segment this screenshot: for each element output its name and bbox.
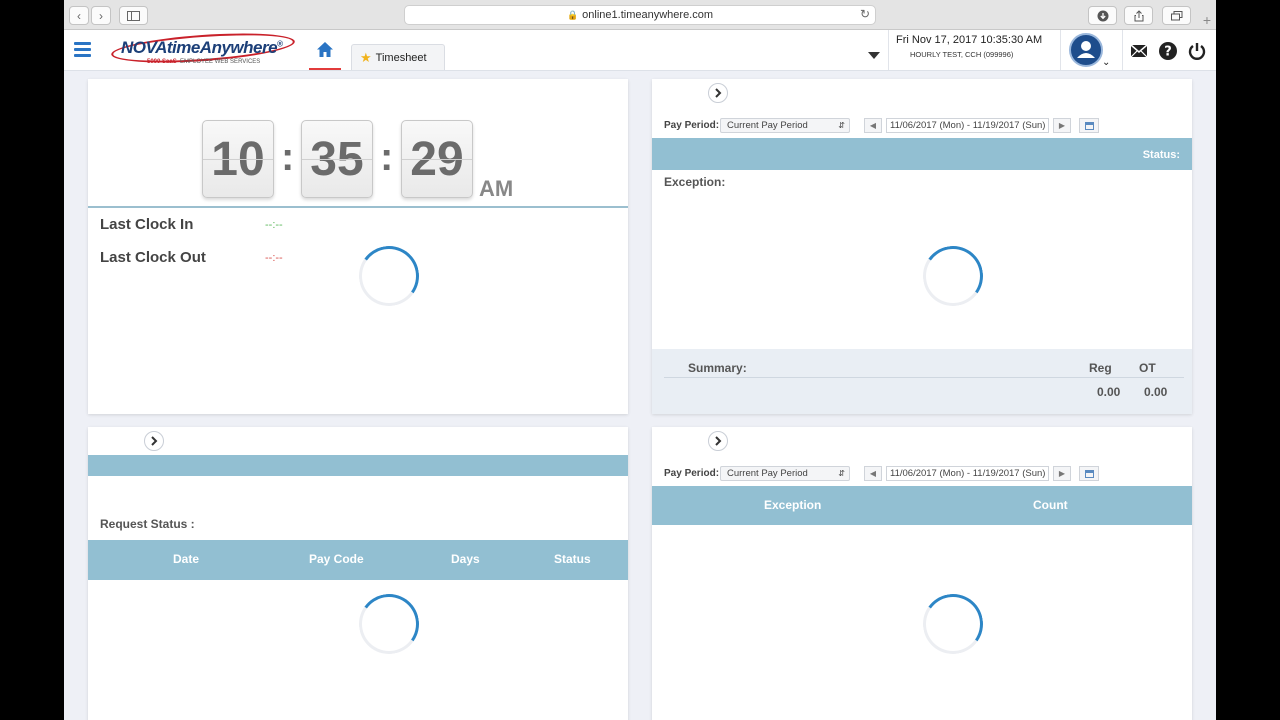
mail-icon[interactable] <box>1129 41 1149 61</box>
star-icon: ★ <box>360 49 372 65</box>
summary-ot-value: 0.00 <box>1144 385 1168 399</box>
pay-period-select[interactable]: Current Pay Period ⇵ <box>720 466 850 481</box>
address-bar[interactable]: 🔒 online1.timeanywhere.com ↻ <box>404 5 876 25</box>
summary-label: Summary: <box>688 361 747 375</box>
updown-icon: ⇵ <box>838 121 845 130</box>
url-text: online1.timeanywhere.com <box>582 9 714 21</box>
pay-period-range: 11/06/2017 (Mon) - 11/19/2017 (Sun) <box>886 118 1049 133</box>
user-icon <box>1077 41 1095 58</box>
next-period-button[interactable]: ▶ <box>1053 118 1071 133</box>
avatar[interactable] <box>1069 33 1103 67</box>
summary-reg-value: 0.00 <box>1097 385 1121 399</box>
expand-arrow-icon[interactable] <box>708 83 728 103</box>
exceptions-panel: Pay Period: Current Pay Period ⇵ ◀ 11/06/… <box>652 79 1192 414</box>
clock-panel: 10 : 35 : 29 AM Last Clock In --:-- Last… <box>88 79 628 414</box>
last-clock-in-label: Last Clock In <box>100 216 194 233</box>
calendar-icon[interactable] <box>1079 466 1099 481</box>
pay-period-label: Pay Period: <box>664 468 720 479</box>
loading-spinner <box>354 589 424 659</box>
loading-spinner <box>354 241 424 311</box>
reload-icon[interactable]: ↻ <box>860 7 870 21</box>
exception-count-panel: Pay Period: Current Pay Period ⇵ ◀ 11/06/… <box>652 427 1192 720</box>
request-panel: Request Status : Date Pay Code Days Stat… <box>88 427 628 720</box>
column-header-exception: Exception <box>764 498 822 512</box>
request-status-label: Request Status : <box>100 517 195 531</box>
summary-reg-header: Reg <box>1089 361 1112 375</box>
column-header-days: Days <box>451 552 480 566</box>
help-icon[interactable]: ? <box>1158 41 1178 61</box>
summary-ot-header: OT <box>1139 361 1156 375</box>
next-period-button[interactable]: ▶ <box>1053 466 1071 481</box>
app-header: NOVAtimeAnywhere® 5000 SaaS EMPLOYEE WEB… <box>64 28 1216 71</box>
request-band <box>88 455 628 476</box>
current-datetime: Fri Nov 17, 2017 10:35:30 AM <box>896 34 1043 46</box>
tabs-dropdown-icon[interactable] <box>868 52 880 59</box>
tab-timesheet[interactable]: ★ Timesheet <box>351 44 445 70</box>
clock-minutes: 35 <box>301 120 373 198</box>
prev-period-button[interactable]: ◀ <box>864 118 882 133</box>
brand-tagline: EMPLOYEE WEB SERVICES <box>180 59 261 65</box>
pay-period-select-value: Current Pay Period <box>727 468 808 479</box>
pay-period-label: Pay Period: <box>664 120 720 131</box>
pay-period-select[interactable]: Current Pay Period ⇵ <box>720 118 850 133</box>
pay-period-range: 11/06/2017 (Mon) - 11/19/2017 (Sun) <box>886 466 1049 481</box>
clock-seconds: 29 <box>401 120 473 198</box>
updown-icon: ⇵ <box>838 469 845 478</box>
last-clock-out-value: --:-- <box>265 252 283 264</box>
column-header-pay-code: Pay Code <box>309 552 364 566</box>
screen: ‹ › 🔒 online1.timeanywhere.com ↻ + NOVAt… <box>64 0 1216 720</box>
pay-period-select-value: Current Pay Period <box>727 120 808 131</box>
summary-section: Summary: Reg OT 0.00 0.00 <box>652 349 1192 414</box>
clock-separator: : <box>380 135 394 179</box>
expand-arrow-icon[interactable] <box>708 431 728 451</box>
clock-ampm: AM <box>479 176 514 201</box>
lock-icon: 🔒 <box>566 9 579 20</box>
brand-name: NOVAtimeAnywhere <box>121 38 278 57</box>
back-icon[interactable]: ‹ <box>69 6 89 25</box>
exception-count-header: Exception Count <box>652 486 1192 525</box>
tab-timesheet-label: Timesheet <box>375 51 427 64</box>
loading-spinner <box>918 589 988 659</box>
column-header-status: Status <box>554 552 591 566</box>
prev-period-button[interactable]: ◀ <box>864 466 882 481</box>
sidebar-toggle-icon[interactable] <box>119 6 148 25</box>
brand-saas: 5000 SaaS <box>147 59 177 65</box>
clock-hours: 10 <box>202 120 274 198</box>
last-clock-out-label: Last Clock Out <box>100 249 206 266</box>
forward-icon[interactable]: › <box>91 6 111 25</box>
last-clock-in-value: --:-- <box>265 219 283 231</box>
menu-icon[interactable] <box>74 42 91 58</box>
home-button[interactable] <box>309 30 341 70</box>
tabs-overview-icon[interactable] <box>1162 6 1191 25</box>
download-icon[interactable] <box>1088 6 1117 25</box>
logo: NOVAtimeAnywhere® 5000 SaaS EMPLOYEE WEB… <box>110 28 301 69</box>
request-table-header: Date Pay Code Days Status <box>88 540 628 580</box>
browser-toolbar: ‹ › 🔒 online1.timeanywhere.com ↻ + <box>64 0 1216 30</box>
current-user: HOURLY TEST, CCH (099996) <box>910 50 1014 59</box>
column-header-date: Date <box>173 552 200 566</box>
user-menu-chevron-icon[interactable]: ⌄ <box>1102 57 1110 68</box>
exception-label: Exception: <box>664 175 726 189</box>
new-tab-icon[interactable]: + <box>1198 12 1216 30</box>
clock-separator: : <box>281 135 295 179</box>
brand-registered: ® <box>277 39 283 49</box>
loading-spinner <box>918 241 988 311</box>
status-label: Status: <box>1142 149 1180 161</box>
calendar-icon[interactable] <box>1079 118 1099 133</box>
svg-text:?: ? <box>1164 45 1172 60</box>
home-icon <box>317 41 333 57</box>
expand-arrow-icon[interactable] <box>144 431 164 451</box>
status-band: Status: <box>652 138 1192 170</box>
column-header-count: Count <box>1033 498 1068 512</box>
share-icon[interactable] <box>1124 6 1153 25</box>
power-icon[interactable] <box>1187 41 1207 61</box>
